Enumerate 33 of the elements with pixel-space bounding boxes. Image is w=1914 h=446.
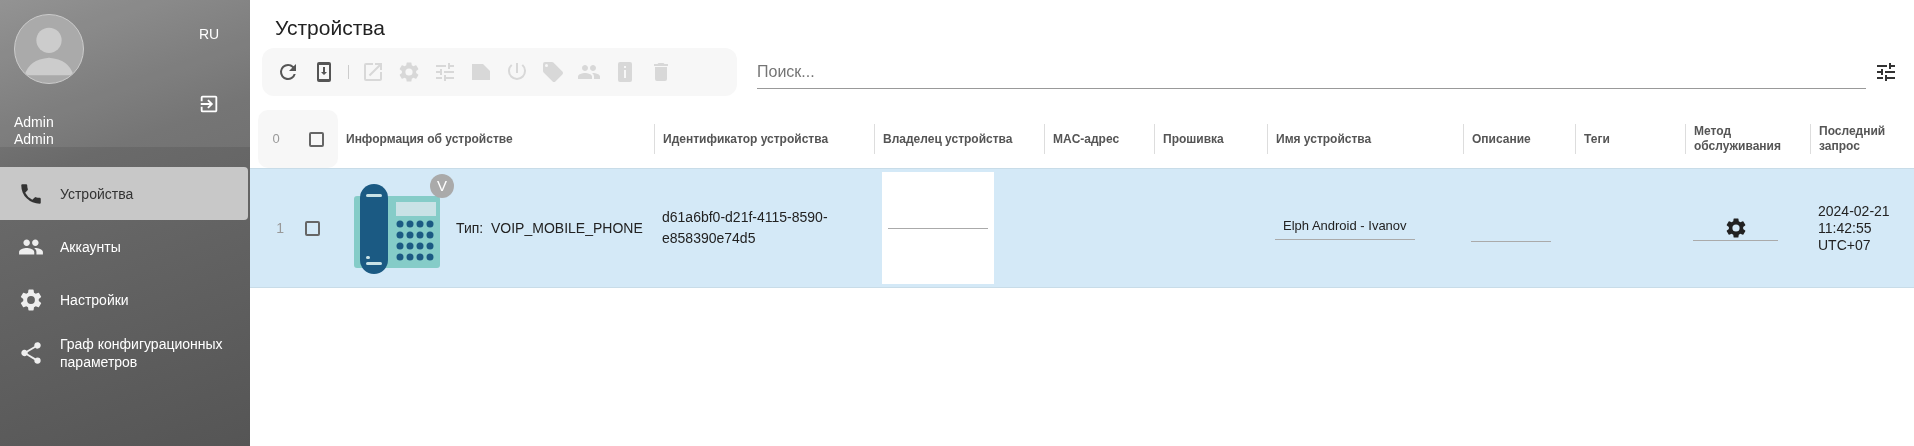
device-name-field[interactable]: Elph Android - Ivanov bbox=[1275, 216, 1415, 240]
column-header[interactable]: Владелец устройства bbox=[883, 131, 1013, 147]
language-link[interactable]: RU bbox=[198, 24, 220, 45]
user-name: Admin Admin bbox=[14, 114, 55, 148]
search-field[interactable]: Поиск... bbox=[757, 55, 1866, 89]
nav-item[interactable]: Граф конфигурационных параметров bbox=[0, 326, 248, 379]
nav-item[interactable]: Аккаунты bbox=[0, 220, 248, 273]
column-header[interactable]: Описание bbox=[1472, 131, 1531, 147]
device-type: Тип: VOIP_MOBILE_PHONE bbox=[456, 218, 643, 238]
column-header[interactable]: Идентификатор устройства bbox=[663, 131, 829, 147]
column-header[interactable]: Информация об устройстве bbox=[346, 131, 513, 147]
nav-item[interactable]: Устройства bbox=[0, 167, 248, 220]
column-header[interactable]: Метод обслуживания bbox=[1694, 124, 1802, 154]
column-header[interactable]: Имя устройства bbox=[1276, 131, 1372, 147]
row-count: 0 bbox=[272, 130, 280, 149]
owner-field[interactable] bbox=[882, 172, 994, 284]
table-row[interactable]: 1 V Тип: VOIP_MOBILE_PHONE d61a6bf0-d21f-4115-8590-e858390e74d5 Elph Android - Ivanov 2024-02-21 11:42:55 UTC+07 bbox=[250, 168, 1914, 288]
column-header[interactable]: MAC-адрес bbox=[1053, 131, 1120, 147]
type-badge: V bbox=[430, 174, 454, 198]
share-icon bbox=[18, 339, 44, 366]
column-header[interactable]: Последний запрос bbox=[1819, 124, 1894, 154]
row-checkbox[interactable] bbox=[304, 220, 320, 236]
filter-settings-icon[interactable] bbox=[1874, 60, 1898, 84]
row-number: 1 bbox=[276, 218, 285, 238]
service-method-field[interactable] bbox=[1693, 215, 1778, 241]
page-title: Устройства bbox=[274, 15, 386, 41]
device-identifier: d61a6bf0-d21f-4115-8590-e858390e74d5 bbox=[662, 208, 829, 248]
nav-item[interactable]: Настройки bbox=[0, 273, 248, 326]
select-all-checkbox[interactable] bbox=[308, 131, 324, 147]
column-header[interactable]: Прошивка bbox=[1163, 131, 1224, 147]
last-request-time: 2024-02-21 11:42:55 UTC+07 bbox=[1818, 202, 1890, 254]
column-header[interactable]: Теги bbox=[1584, 131, 1610, 147]
logout-icon[interactable] bbox=[198, 93, 220, 115]
